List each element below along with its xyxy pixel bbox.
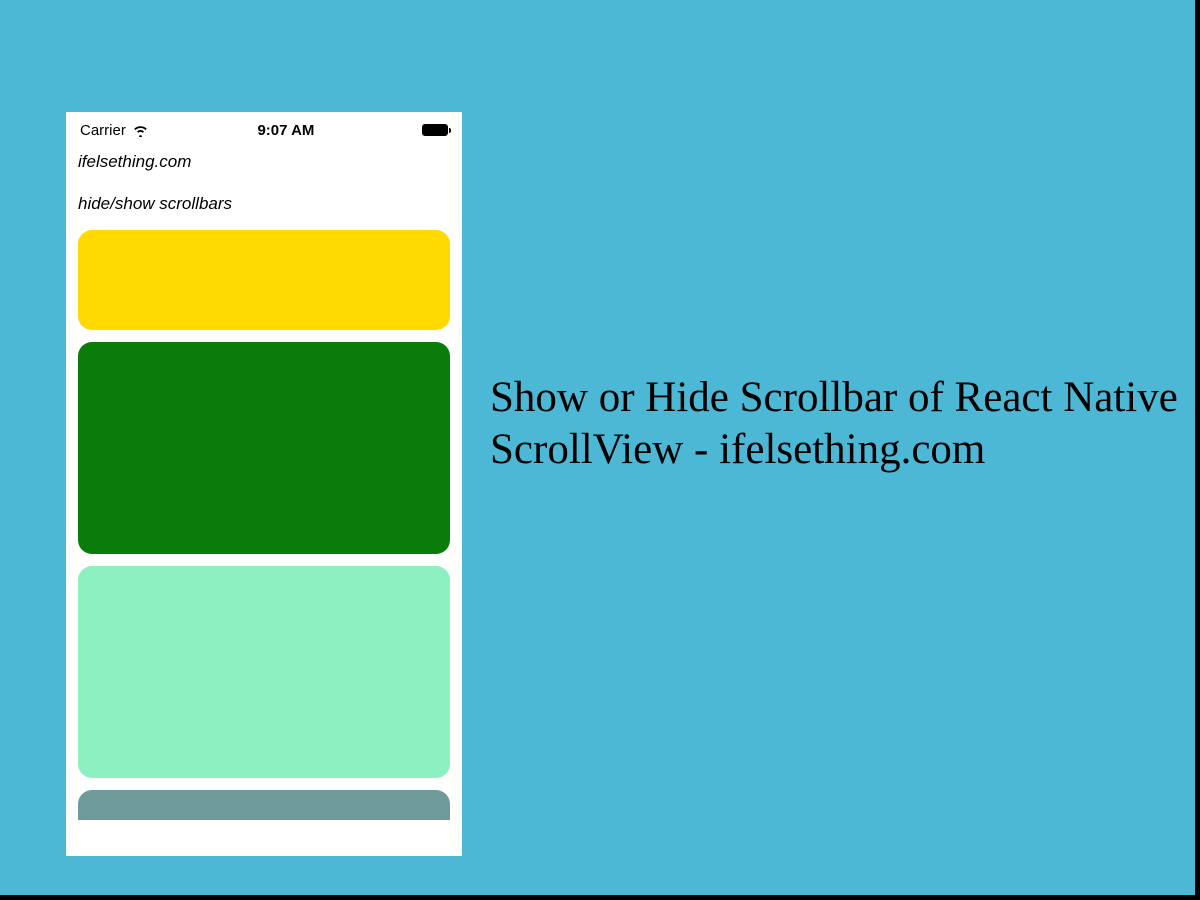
app-header: ifelsething.com — [66, 144, 462, 176]
site-label: ifelsething.com — [78, 152, 450, 172]
scroll-item-teal — [78, 790, 450, 820]
status-bar-right — [422, 124, 448, 136]
wifi-icon — [132, 123, 150, 137]
scroll-view[interactable] — [66, 224, 462, 820]
battery-icon — [422, 124, 448, 136]
status-bar-left: Carrier — [80, 122, 150, 139]
scroll-item-mint — [78, 566, 450, 778]
screen-label: hide/show scrollbars — [66, 176, 462, 224]
headline-text: Show or Hide Scrollbar of React Native S… — [490, 372, 1180, 477]
carrier-label: Carrier — [80, 122, 126, 139]
scroll-item-green — [78, 342, 450, 554]
canvas-background: Carrier 9:07 AM ifelsething.com hide/sho… — [0, 0, 1195, 895]
scroll-item-yellow — [78, 230, 450, 330]
status-bar-time: 9:07 AM — [257, 122, 314, 139]
phone-mockup: Carrier 9:07 AM ifelsething.com hide/sho… — [66, 112, 462, 856]
status-bar: Carrier 9:07 AM — [66, 118, 462, 144]
